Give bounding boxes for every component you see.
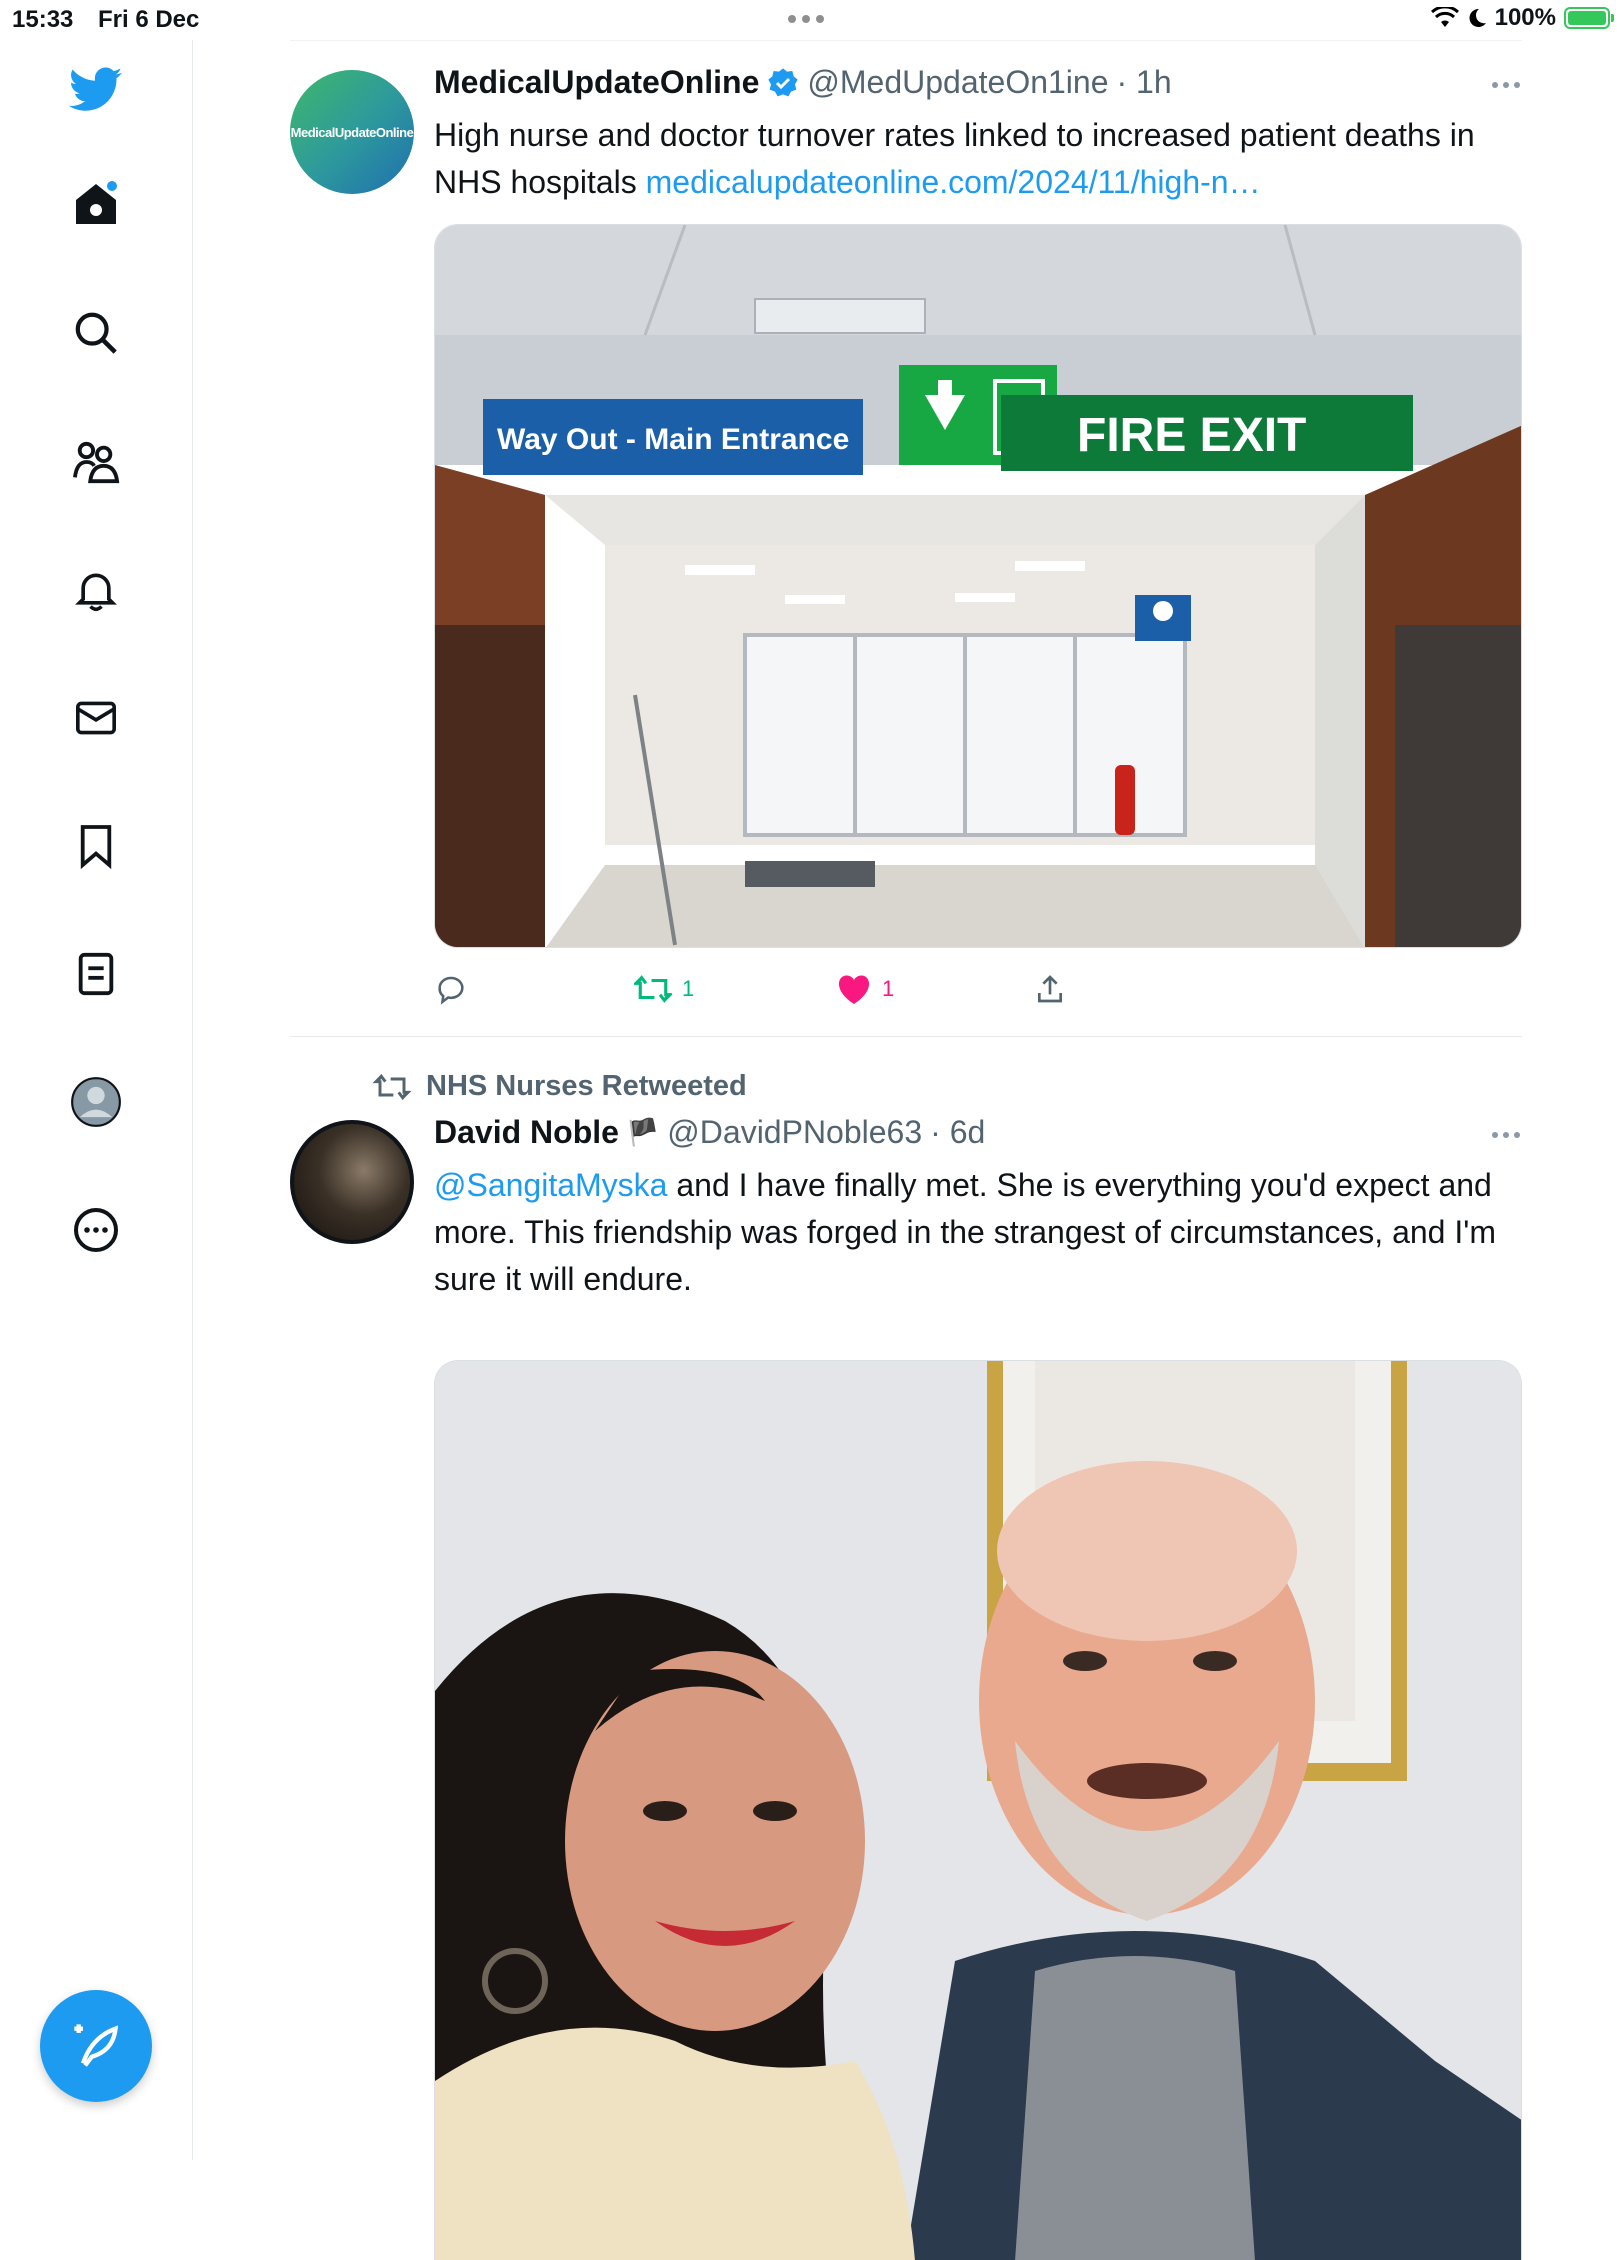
compose-icon [74,2024,119,2067]
moon-icon [1469,8,1486,27]
reply-icon [438,976,464,1005]
avatar[interactable]: MedicalUpdateOnline [290,70,414,194]
sidebar-item-more[interactable] [68,1202,124,1258]
status-time: 15:33 [12,6,74,33]
verified-badge-icon [768,67,799,96]
sidebar-item-messages[interactable] [68,690,124,746]
sidebar-item-bookmarks[interactable] [68,818,124,874]
author-handle[interactable]: @MedUpdateOn1ine [807,64,1108,101]
retweeted-by[interactable]: NHS Nurses Retweeted [426,1070,747,1103]
twitter-logo-icon[interactable] [68,62,124,118]
more-circle-icon [74,1208,118,1252]
share-icon [1038,975,1062,1003]
tweet-time[interactable]: · 6d [930,1114,985,1151]
author-name[interactable]: David Noble [434,1114,619,1151]
author-handle[interactable]: @DavidPNoble63 [667,1114,922,1151]
avatar-label: MedicalUpdateOnline [290,124,414,140]
battery-icon [1564,7,1614,29]
tweet-divider [290,1036,1522,1037]
tweet-header: David Noble 🏴 @DavidPNoble63 · 6d [434,1114,985,1151]
status-date: Fri 6 Dec [98,6,200,33]
sign-way-out: Way Out - Main Entrance [497,423,849,456]
tweet-actions: 1 1 [434,972,1134,1012]
retweet-context: NHS Nurses Retweeted [372,1070,747,1103]
tweet-time[interactable]: · 1h [1117,64,1172,101]
more-options-icon[interactable] [1492,82,1522,88]
feed-top-divider [290,40,1522,41]
search-icon [75,312,117,354]
avatar[interactable] [290,1120,414,1244]
like-count: 1 [882,976,895,1001]
like-button[interactable]: 1 [836,972,894,1006]
share-button[interactable] [1034,972,1066,1006]
tweet-image[interactable] [434,1360,1522,2260]
reply-button[interactable] [434,972,478,1006]
author-name[interactable]: MedicalUpdateOnline [434,64,759,101]
mention-link[interactable]: @SangitaMyska [434,1167,667,1203]
tweet-link[interactable]: medicalupdateonline.com/2024/11/high-n… [646,164,1261,200]
tweet-text: @SangitaMyska and I have finally met. Sh… [434,1162,1524,1303]
retweet-button[interactable]: 1 [634,972,694,1006]
retweet-count: 1 [682,976,695,1001]
heart-icon [838,975,870,1004]
bell-icon [75,573,117,612]
more-options-icon[interactable] [1492,1132,1522,1138]
sidebar [0,40,193,2160]
bookmark-icon [80,825,112,869]
sidebar-item-search[interactable] [68,305,124,361]
hospital-corridor-image: Way Out - Main Entrance FIRE EXIT [435,225,1521,947]
tweet-header: MedicalUpdateOnline @MedUpdateOn1ine · 1… [434,64,1172,101]
compose-button[interactable] [40,1990,152,2102]
multitasking-dots-icon[interactable] [788,15,832,25]
sidebar-item-home[interactable] [68,176,124,232]
wales-flag-icon: 🏴 [626,1117,660,1147]
home-icon [76,181,117,224]
sidebar-item-lists[interactable] [68,946,124,1002]
tweet-text: High nurse and doctor turnover rates lin… [434,112,1524,206]
status-bar: 15:33 Fri 6 Dec 100% [0,0,1620,40]
profile-icon [71,1077,121,1127]
sidebar-item-communities[interactable] [68,434,124,490]
envelope-icon [76,701,116,735]
sidebar-item-notifications[interactable] [68,562,124,618]
communities-icon [73,441,120,484]
status-right: 100% [1430,4,1614,32]
battery-percent: 100% [1494,4,1556,31]
list-icon [78,952,114,996]
sidebar-item-profile[interactable] [68,1074,124,1130]
wifi-icon [1430,7,1459,27]
sign-fire-exit: FIRE EXIT [1077,409,1306,462]
selfie-photo [435,1361,1521,2260]
tweet-image[interactable]: Way Out - Main Entrance FIRE EXIT [434,224,1522,948]
retweet-icon [634,975,672,1003]
retweet-icon [372,1073,412,1100]
